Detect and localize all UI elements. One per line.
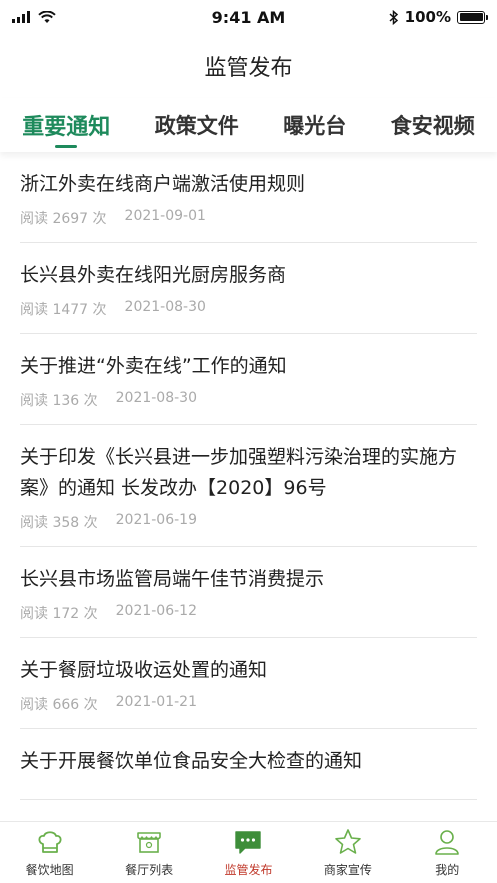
item-title: 关于开展餐饮单位食品安全大检查的通知	[20, 750, 363, 772]
item-title: 长兴县市场监管局端午佳节消费提示	[20, 568, 325, 590]
item-date: 2021-06-12	[115, 603, 197, 619]
item-meta: 阅读 136 次 2021-08-30	[20, 390, 477, 410]
item-reads: 阅读 172 次	[20, 606, 98, 622]
item-title: 浙江外卖在线商户端激活使用规则	[20, 173, 306, 195]
nav-bar: 监管发布	[0, 34, 497, 98]
status-right: 100%	[365, 8, 488, 26]
nav-label: 监管发布	[224, 863, 273, 877]
list-item[interactable]: 关于餐厨垃圾收运处置的通知 阅读 666 次 2021-01-21	[20, 638, 477, 729]
list-item[interactable]: 浙江外卖在线商户端激活使用规则 阅读 2697 次 2021-09-01	[20, 152, 477, 243]
item-meta: 阅读 358 次 2021-06-19	[20, 512, 477, 532]
tab-exposure[interactable]: 曝光台	[279, 98, 350, 152]
item-reads: 阅读 136 次	[20, 393, 98, 409]
battery-fill	[459, 13, 483, 21]
item-date: 2021-06-19	[115, 512, 197, 528]
bottom-nav: 餐饮地图 餐厅列表 监管发布 商家宣传 我的	[0, 821, 497, 883]
chef-hat-icon	[38, 831, 62, 853]
nav-merchant-promotion[interactable]: 商家宣传	[303, 827, 393, 878]
wifi-icon	[38, 10, 56, 23]
tab-important-notice[interactable]: 重要通知	[18, 98, 114, 152]
status-time: 9:41 AM	[211, 7, 286, 27]
item-reads: 阅读 1477 次	[20, 302, 107, 318]
item-title: 关于餐厨垃圾收运处置的通知	[20, 659, 268, 681]
nav-label: 餐饮地图	[25, 863, 74, 877]
tab-policy-documents[interactable]: 政策文件	[151, 98, 243, 152]
star-icon	[335, 829, 361, 854]
nav-restaurant-list[interactable]: 餐厅列表	[104, 827, 194, 878]
item-title: 关于推进“外卖在线”工作的通知	[20, 355, 287, 377]
nav-label: 商家宣传	[323, 863, 372, 877]
status-bar: 9:41 AM 100%	[0, 0, 497, 34]
tab-bar: 重要通知 政策文件 曝光台 食安视频	[0, 98, 497, 152]
item-reads: 阅读 2697 次	[20, 211, 107, 227]
list-item[interactable]: 关于开展餐饮单位食品安全大检查的通知	[20, 729, 477, 800]
item-meta: 阅读 1477 次 2021-08-30	[20, 299, 477, 319]
item-reads: 阅读 358 次	[20, 515, 98, 531]
signal-icon	[12, 11, 30, 23]
item-meta: 阅读 2697 次 2021-09-01	[20, 208, 477, 228]
item-meta: 阅读 666 次 2021-01-21	[20, 694, 477, 714]
item-title: 长兴县外卖在线阳光厨房服务商	[20, 264, 287, 286]
nav-dining-map[interactable]: 餐饮地图	[5, 827, 95, 878]
item-date: 2021-09-01	[124, 208, 206, 224]
battery-percent: 100%	[404, 8, 451, 26]
list-item[interactable]: 关于印发《长兴县进一步加强塑料污染治理的实施方案》的通知 长发改办【2020】9…	[20, 425, 477, 547]
user-icon	[435, 830, 460, 855]
item-date: 2021-08-30	[115, 390, 197, 406]
item-date: 2021-01-21	[115, 694, 197, 710]
shop-icon	[137, 832, 161, 853]
nav-mine[interactable]: 我的	[402, 827, 492, 878]
list-item[interactable]: 关于推进“外卖在线”工作的通知 阅读 136 次 2021-08-30	[20, 334, 477, 425]
notice-list: 浙江外卖在线商户端激活使用规则 阅读 2697 次 2021-09-01 长兴县…	[0, 152, 497, 821]
page-title: 监管发布	[204, 56, 293, 81]
nav-label: 我的	[435, 863, 460, 877]
item-meta: 阅读 172 次 2021-06-12	[20, 603, 477, 623]
nav-label: 餐厅列表	[125, 863, 174, 877]
message-icon	[235, 831, 262, 854]
item-title: 关于印发《长兴县进一步加强塑料污染治理的实施方案》的通知 长发改办【2020】9…	[20, 446, 458, 499]
list-item[interactable]: 长兴县外卖在线阳光厨房服务商 阅读 1477 次 2021-08-30	[20, 243, 477, 334]
item-reads: 阅读 666 次	[20, 697, 98, 713]
list-item[interactable]: 长兴县市场监管局端午佳节消费提示 阅读 172 次 2021-06-12	[20, 547, 477, 638]
status-left	[12, 10, 132, 24]
bluetooth-icon	[389, 9, 398, 25]
battery-icon	[457, 10, 488, 24]
tab-food-safety-video[interactable]: 食安视频	[387, 98, 479, 152]
nav-regulatory-release[interactable]: 监管发布	[203, 827, 293, 878]
item-date: 2021-08-30	[124, 299, 206, 315]
